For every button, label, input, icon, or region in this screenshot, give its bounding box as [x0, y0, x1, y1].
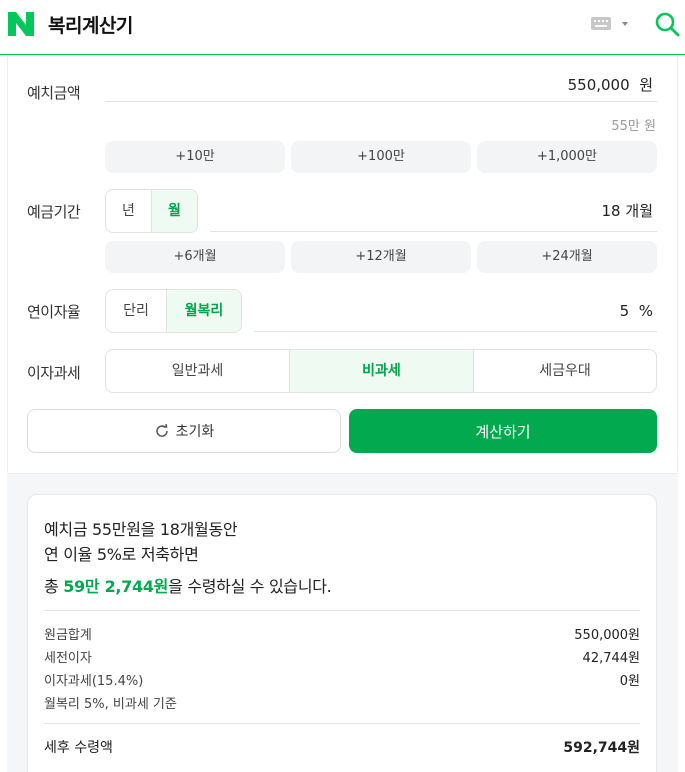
calculation-basis: 월복리 5%, 비과세 기준 [44, 697, 177, 712]
after-tax-label: 세후 수령액 [44, 740, 113, 756]
result-total-prefix: 총 [44, 577, 64, 596]
interest-tax-label: 이자과세(15.4%) [44, 674, 144, 689]
principal-value: 550,000원 [574, 628, 640, 643]
deposit-chip-10man[interactable]: +10만 [105, 141, 285, 173]
keyboard-icon [591, 17, 628, 30]
period-chip-12m[interactable]: +12개월 [291, 241, 471, 273]
deposit-chip-1000man[interactable]: +1,000만 [477, 141, 657, 173]
period-label: 예금기간 [27, 203, 81, 221]
period-value: 18 [601, 202, 621, 220]
search-icon[interactable] [654, 11, 680, 37]
reset-button[interactable]: 초기화 [27, 409, 341, 453]
deposit-unit: 원 [639, 76, 653, 94]
pretax-interest-value: 42,744원 [582, 651, 640, 666]
interest-tax-value: 0원 [619, 674, 640, 689]
deposit-value: 550,000 [567, 76, 630, 94]
deposit-hint: 55만 원 [611, 119, 656, 134]
period-unit-toggle: 년 월 [105, 189, 198, 233]
result-summary-line-2: 연 이율 5%로 저축하면 [44, 545, 199, 564]
rate-simple-option[interactable]: 단리 [106, 290, 167, 332]
app-header: 복리계산기 [0, 0, 685, 55]
result-total-suffix: 을 수령하실 수 있습니다. [168, 577, 332, 596]
pretax-interest-label: 세전이자 [44, 651, 92, 666]
period-month-option[interactable]: 월 [152, 190, 197, 232]
tax-general-option[interactable]: 일반과세 [106, 350, 290, 392]
result-divider [44, 610, 640, 611]
after-tax-value: 592,744원 [563, 740, 640, 756]
result-summary-line-1: 예치금 55만원을 18개월동안 [44, 520, 238, 539]
rate-input[interactable]: 5 % [254, 298, 657, 332]
period-chip-24m[interactable]: +24개월 [477, 241, 657, 273]
chevron-down-icon [622, 22, 628, 26]
period-chip-6m[interactable]: +6개월 [105, 241, 285, 273]
tax-type-selector: 일반과세 비과세 세금우대 [105, 349, 657, 393]
period-unit: 개월 [625, 202, 653, 220]
deposit-input[interactable]: 550,000 원 [105, 72, 657, 102]
refresh-icon [155, 423, 168, 437]
result-total-amount: 59만 2,744원 [63, 577, 169, 596]
result-divider [44, 723, 640, 724]
reset-label: 초기화 [175, 424, 215, 440]
deposit-label: 예치금액 [27, 84, 81, 102]
rate-monthly-compound-option[interactable]: 월복리 [167, 290, 241, 332]
tax-preferential-option[interactable]: 세금우대 [474, 350, 656, 392]
tax-label: 이자과세 [27, 364, 81, 382]
tax-exempt-option[interactable]: 비과세 [290, 350, 474, 392]
deposit-chip-100man[interactable]: +100만 [291, 141, 471, 173]
period-input[interactable]: 18 개월 [210, 198, 657, 232]
principal-label: 원금합계 [44, 628, 92, 643]
naver-logo-icon[interactable] [8, 12, 34, 36]
period-year-option[interactable]: 년 [106, 190, 152, 232]
keyboard-toggle-button[interactable] [590, 14, 636, 34]
page-title: 복리계산기 [48, 15, 133, 37]
rate-label: 연이자율 [27, 303, 81, 321]
rate-value: 5 [619, 302, 630, 320]
calculate-button[interactable]: 계산하기 [349, 409, 657, 453]
rate-type-toggle: 단리 월복리 [105, 289, 242, 333]
rate-unit: % [638, 302, 653, 320]
result-summary-line-3: 총 59만 2,744원을 수령하실 수 있습니다. [44, 573, 332, 597]
